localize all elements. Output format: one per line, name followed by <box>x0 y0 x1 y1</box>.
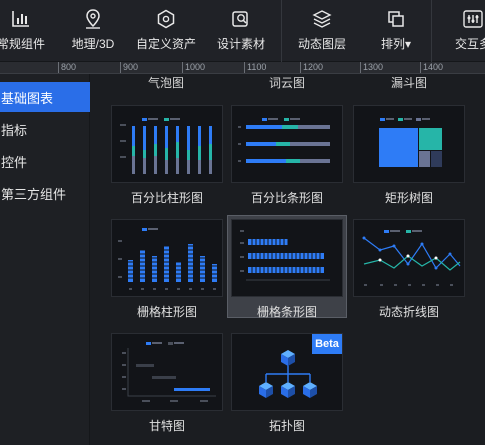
card-label: 栅格柱形图 <box>136 305 197 319</box>
ruler-tick: 1000 <box>182 62 205 73</box>
card-topology[interactable]: Beta 拓扑图 <box>231 333 343 434</box>
toolbar-label: 设计素材 <box>216 37 265 51</box>
sidebar-item-controls[interactable]: 控件 <box>0 146 90 176</box>
card-grid-column[interactable]: 栅格柱形图 <box>111 219 223 320</box>
percent-bar-thumbnail <box>231 105 343 183</box>
toolbar-label: 自定义资产 <box>135 37 196 51</box>
card-percent-bar[interactable]: 百分比条形图 <box>231 105 343 206</box>
ruler-tick: 900 <box>120 62 138 73</box>
gantt-thumbnail <box>111 333 223 411</box>
card-label: 拓扑图 <box>268 419 305 433</box>
sidebar-item-basic-charts[interactable]: 基础图表 <box>0 82 90 112</box>
ruler-tick: 1400 <box>420 62 443 73</box>
search-image-icon <box>231 8 251 30</box>
card-gantt[interactable]: 甘特图 <box>111 333 223 434</box>
card-grid-bar[interactable]: 栅格条形图 <box>231 219 343 320</box>
sidebar-item-indicators[interactable]: 指标 <box>0 114 90 144</box>
dynamic-line-thumbnail <box>353 219 465 297</box>
toolbar-divider <box>281 0 282 62</box>
hexagon-icon <box>156 8 176 30</box>
chevron-down-icon: ▾ <box>404 37 412 51</box>
card-label: 动态折线图 <box>378 305 439 319</box>
card-label: 矩形树图 <box>384 191 433 205</box>
toolbar-custom-assets[interactable]: 自定义资产 <box>133 0 199 62</box>
card-label: 词云图 <box>269 76 306 90</box>
toolbar-dynamic-layers[interactable]: 动态图层 <box>293 0 351 62</box>
ruler-tick: 1200 <box>300 62 323 73</box>
card-label: 栅格条形图 <box>256 305 317 319</box>
toolbar-arrange[interactable]: 排列▾ <box>373 0 419 62</box>
toolbar-design-materials[interactable]: 设计素材 <box>214 0 268 62</box>
interaction-icon <box>462 8 484 30</box>
sidebar-item-third-party[interactable]: 第三方组件 <box>0 178 90 208</box>
card-label: 漏斗图 <box>391 76 428 90</box>
category-sidebar: 基础图表 指标 控件 第三方组件 <box>0 74 90 445</box>
beta-badge: Beta <box>312 334 342 354</box>
topology-thumbnail: Beta <box>231 333 343 411</box>
toolbar-common-components[interactable]: 常规组件 <box>0 0 46 62</box>
card-dynamic-line[interactable]: 动态折线图 <box>353 219 465 320</box>
percent-column-thumbnail <box>111 105 223 183</box>
card-label: 百分比条形图 <box>250 191 323 205</box>
toolbar-label: 常规组件 <box>0 37 45 51</box>
ruler-tick: 800 <box>58 62 76 73</box>
toolbar-divider <box>431 0 432 62</box>
top-toolbar: 常规组件 地理/3D 自定义资产 设计素材 动态图层 排列▾ 交互多 <box>0 0 485 62</box>
treemap-thumbnail <box>353 105 465 183</box>
layers-icon <box>312 8 332 30</box>
card-treemap[interactable]: 矩形树图 <box>353 105 465 206</box>
card-percent-column[interactable]: 百分比柱形图 <box>111 105 223 206</box>
ruler-tick: 1300 <box>360 62 383 73</box>
ruler-tick: 1100 <box>244 62 266 73</box>
toolbar-interaction[interactable]: 交互多 <box>448 0 485 62</box>
grid-bar-thumbnail <box>231 219 343 297</box>
map-pin-icon <box>83 8 103 30</box>
bar-chart-icon <box>11 8 31 30</box>
card-label: 气泡图 <box>148 76 185 90</box>
horizontal-ruler: 800 900 1000 1100 1200 1300 1400 <box>0 62 485 74</box>
toolbar-label: 交互多 <box>454 37 485 51</box>
card-label: 百分比柱形图 <box>130 191 203 205</box>
toolbar-label: 地理/3D <box>71 37 115 51</box>
arrange-icon <box>386 8 406 30</box>
grid-column-thumbnail <box>111 219 223 297</box>
card-label: 甘特图 <box>148 419 185 433</box>
toolbar-label: 排列▾ <box>380 37 412 51</box>
toolbar-label: 动态图层 <box>297 37 346 51</box>
toolbar-geo-3d[interactable]: 地理/3D <box>68 0 118 62</box>
component-gallery: 气泡图 词云图 漏斗图 百分比柱形图 百分比条形图 矩形树图 栅格柱形图 栅格条… <box>91 74 485 445</box>
